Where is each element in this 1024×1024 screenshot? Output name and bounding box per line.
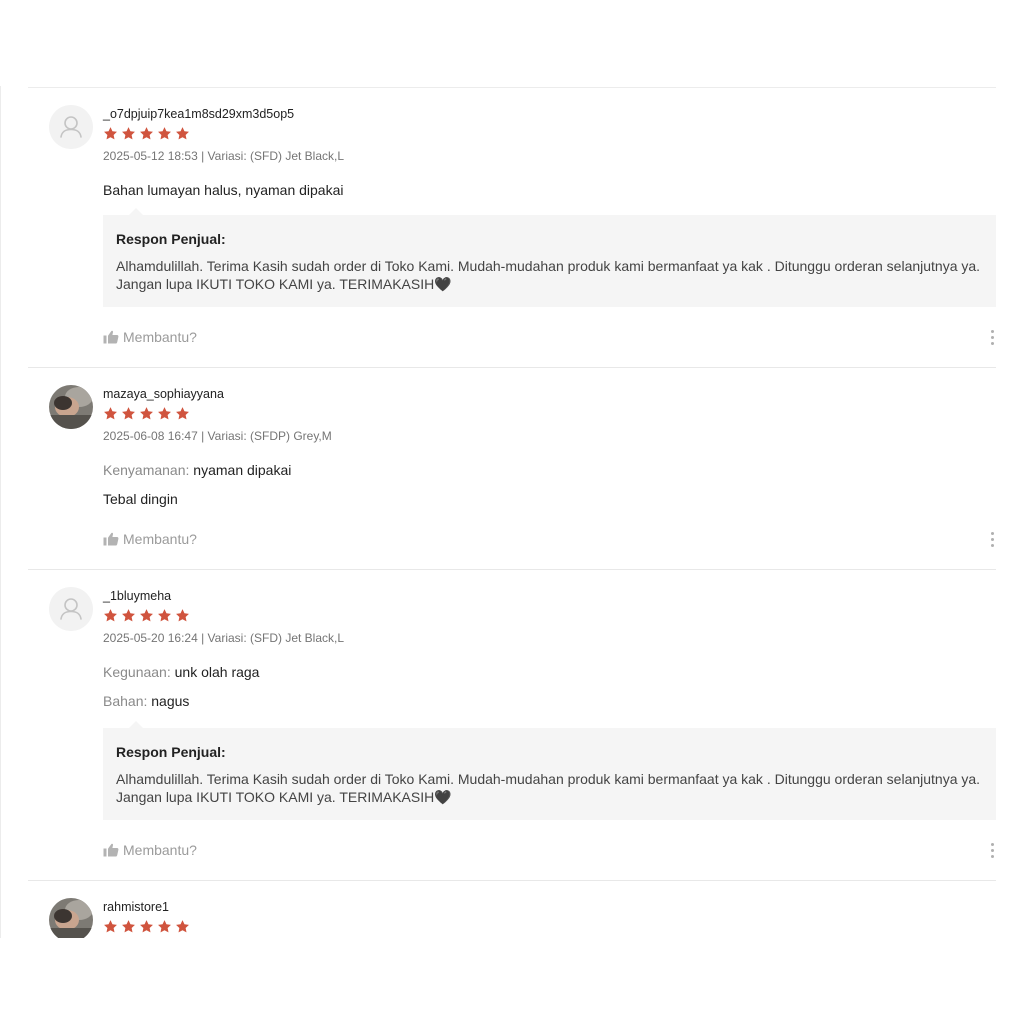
review-attribute: Kenyamanan: nyaman dipakai (103, 460, 996, 480)
star-icon (104, 407, 117, 420)
review-date-variant: 2025-05-20 16:24 | Variasi: (SFD) Jet Bl… (103, 631, 345, 645)
review-list: _o7dpjuip7kea1m8sd29xm3d5op5 2025-05-12 1… (28, 87, 996, 938)
attribute-value: nagus (151, 693, 190, 709)
star-icon (140, 407, 153, 420)
thumbs-up-icon (103, 532, 119, 546)
review-username[interactable]: _1bluymeha (103, 588, 996, 604)
star-icon (140, 920, 153, 933)
star-icon (158, 920, 171, 933)
attribute-label: Kegunaan: (103, 664, 171, 680)
review-item: _o7dpjuip7kea1m8sd29xm3d5op5 2025-05-12 1… (28, 88, 996, 368)
seller-response-text: Alhamdulillah. Terima Kasih sudah order … (116, 258, 981, 292)
review-date-variant: 2025-06-08 16:47 | Variasi: (SFDP) Grey,… (103, 429, 332, 443)
review-item: mazaya_sophiayyana 2025-06-08 16:47 | Var… (28, 368, 996, 570)
star-icon (122, 127, 135, 140)
star-icon (122, 609, 135, 622)
attribute-label: Bahan: (103, 693, 148, 709)
helpful-label: Membantu? (123, 842, 197, 858)
rating-stars (103, 919, 996, 937)
seller-response: Respon Penjual: Alhamdulillah. Terima Kas… (103, 721, 996, 820)
star-icon (140, 127, 153, 140)
review-footer: Membantu? (103, 529, 996, 549)
seller-response-title: Respon Penjual: (116, 744, 226, 760)
attribute-value: unk olah raga (174, 664, 260, 680)
star-icon (122, 920, 135, 933)
helpful-button[interactable]: Membantu? (103, 329, 197, 345)
star-icon (104, 609, 117, 622)
more-options-icon[interactable] (988, 529, 996, 549)
default-avatar-icon[interactable] (49, 105, 93, 149)
review-date-variant: 2025-05-12 18:53 | Variasi: (SFD) Jet Bl… (103, 149, 345, 163)
star-icon (158, 407, 171, 420)
review-attribute: Kegunaan: unk olah raga (103, 662, 996, 682)
rating-stars (103, 406, 996, 424)
star-icon (158, 609, 171, 622)
review-footer: Membantu? (103, 840, 996, 860)
review-username[interactable]: _o7dpjuip7kea1m8sd29xm3d5op5 (103, 106, 996, 122)
seller-response-title: Respon Penjual: (116, 231, 226, 247)
helpful-button[interactable]: Membantu? (103, 842, 197, 858)
helpful-label: Membantu? (123, 531, 197, 547)
thumbs-up-icon (103, 330, 119, 344)
star-icon (176, 407, 189, 420)
more-options-icon[interactable] (988, 840, 996, 860)
star-icon (176, 609, 189, 622)
attribute-value: nyaman dipakai (193, 462, 292, 478)
avatar[interactable] (49, 898, 93, 938)
review-footer: Membantu? (103, 327, 996, 347)
review-attribute: Bahan: nagus (103, 691, 996, 711)
rating-stars (103, 126, 996, 144)
review-comment: Tebal dingin (103, 491, 178, 507)
seller-response-text: Alhamdulillah. Terima Kasih sudah order … (116, 771, 981, 805)
star-icon (176, 920, 189, 933)
review-username[interactable]: mazaya_sophiayyana (103, 386, 996, 402)
panel-edge (0, 86, 1, 938)
star-icon (104, 127, 117, 140)
default-avatar-icon[interactable] (49, 587, 93, 631)
star-icon (140, 609, 153, 622)
review-item: _1bluymeha 2025-05-20 16:24 | Variasi: (S… (28, 570, 996, 881)
more-options-icon[interactable] (988, 327, 996, 347)
star-icon (158, 127, 171, 140)
star-icon (122, 407, 135, 420)
avatar[interactable] (49, 385, 93, 429)
thumbs-up-icon (103, 843, 119, 857)
rating-stars (103, 608, 996, 626)
seller-response: Respon Penjual: Alhamdulillah. Terima Kas… (103, 208, 996, 307)
review-attributes: Kegunaan: unk olah raga Bahan: nagus (103, 662, 996, 711)
reviews-viewport[interactable]: _o7dpjuip7kea1m8sd29xm3d5op5 2025-05-12 1… (0, 0, 1024, 938)
star-icon (176, 127, 189, 140)
helpful-button[interactable]: Membantu? (103, 531, 197, 547)
helpful-label: Membantu? (123, 329, 197, 345)
attribute-label: Kenyamanan: (103, 462, 190, 478)
review-attributes: Kenyamanan: nyaman dipakai (103, 460, 996, 480)
review-item: rahmistore1 (28, 881, 996, 938)
review-username[interactable]: rahmistore1 (103, 899, 996, 915)
review-comment: Bahan lumayan halus, nyaman dipakai (103, 182, 344, 198)
star-icon (104, 920, 117, 933)
